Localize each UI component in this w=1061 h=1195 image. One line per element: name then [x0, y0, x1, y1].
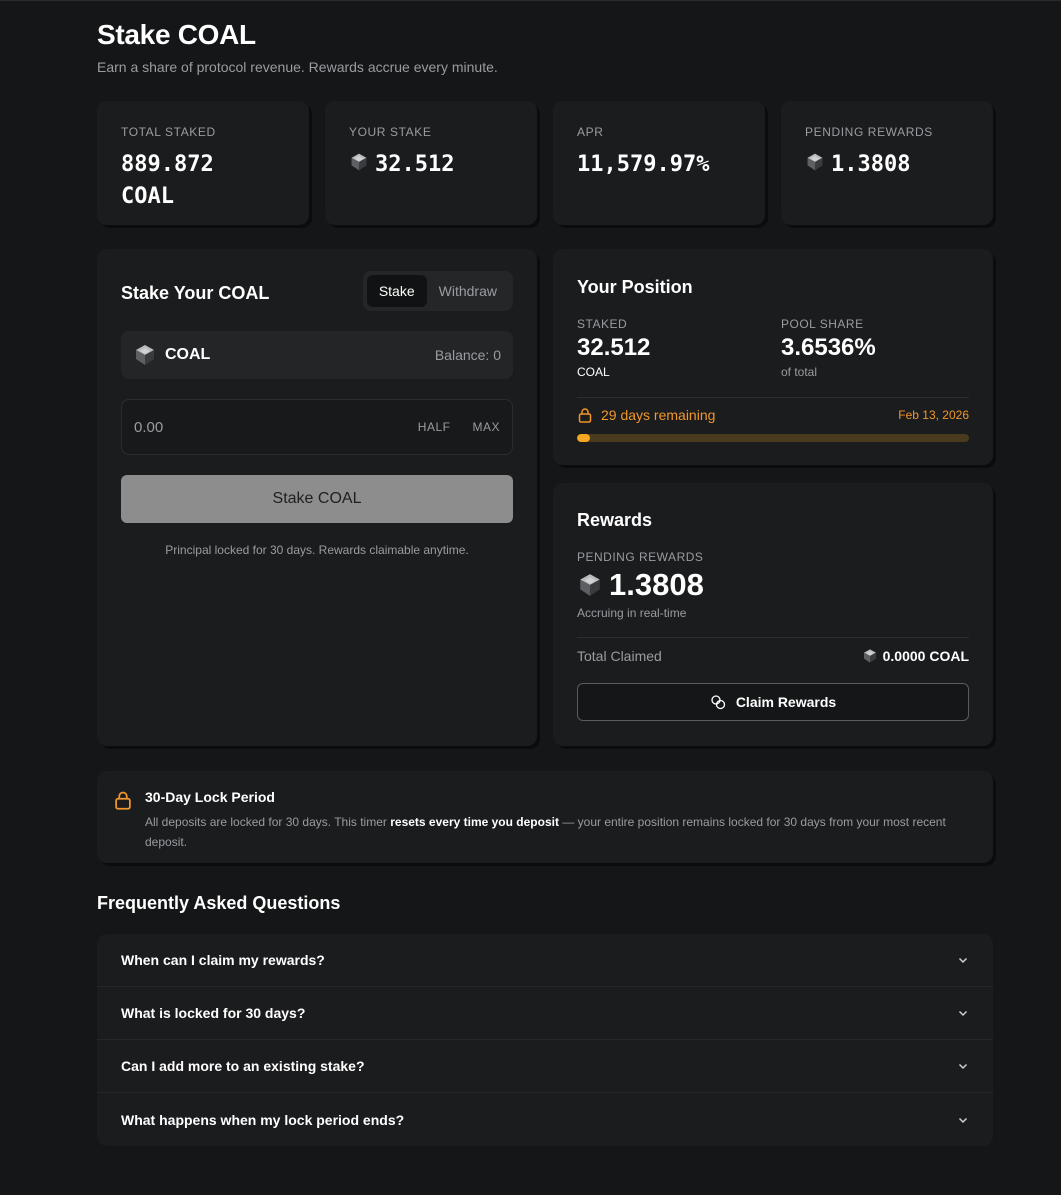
stat-value: 889.872 COAL — [121, 149, 285, 213]
pool-share-label: POOL SHARE — [781, 317, 864, 331]
chevron-down-icon — [958, 957, 968, 964]
pool-share-unit: of total — [781, 365, 818, 379]
tab-withdraw[interactable]: Withdraw — [427, 275, 509, 307]
lock-icon — [115, 791, 131, 810]
coal-icon — [862, 648, 878, 664]
faq-item[interactable]: When can I claim my rewards? — [97, 934, 993, 987]
coal-icon — [133, 343, 157, 367]
divider — [577, 637, 969, 638]
faq-title: Frequently Asked Questions — [97, 893, 341, 913]
position-title: Your Position — [577, 277, 693, 297]
max-button[interactable]: MAX — [472, 420, 500, 434]
pool-share-block: POOL SHARE 3.6536% of total — [781, 317, 876, 379]
stat-value-number: 889.872 — [121, 152, 214, 177]
stake-button[interactable]: Stake COAL — [121, 475, 513, 523]
staked-label: STAKED — [577, 317, 628, 331]
faq-question: When can I claim my rewards? — [121, 952, 325, 968]
faq-question: What is locked for 30 days? — [121, 1005, 306, 1021]
rewards-card: Rewards PENDING REWARDS 1.3808 Accruing … — [553, 483, 993, 746]
faq-question: Can I add more to an existing stake? — [121, 1058, 365, 1074]
stat-label: YOUR STAKE — [349, 125, 432, 139]
claim-rewards-label: Claim Rewards — [735, 694, 837, 710]
token-name: COAL — [165, 346, 211, 363]
stat-value: 1.3808 — [805, 149, 969, 181]
coal-icon — [805, 152, 825, 172]
lock-notice-text: All deposits are locked for 30 days. Thi… — [145, 812, 965, 852]
stat-label: TOTAL STAKED — [121, 125, 216, 139]
page-title: Stake COAL — [97, 19, 256, 50]
divider — [577, 397, 969, 398]
total-claimed-row: Total Claimed 0.0000 COAL — [577, 648, 969, 664]
stat-value-number: 1.3808 — [831, 152, 911, 177]
coins-icon — [711, 695, 725, 710]
pending-rewards-note: Accruing in real-time — [577, 606, 687, 620]
faq-item[interactable]: What happens when my lock period ends? — [97, 1093, 993, 1146]
stake-panel: Stake Your COAL Stake Withdraw COAL Bala… — [97, 249, 537, 746]
stake-panel-title: Stake Your COAL — [121, 283, 270, 303]
lock-status: 29 days remaining Feb 13, 2026 — [577, 407, 969, 423]
amount-input[interactable] — [134, 418, 374, 436]
half-button[interactable]: HALF — [418, 420, 451, 434]
lock-progress-bar — [577, 434, 969, 442]
total-claimed-value: 0.0000 COAL — [882, 648, 969, 664]
staked-value: 32.512 — [577, 334, 651, 361]
pending-rewards-value-row: 1.3808 — [577, 567, 704, 603]
chevron-down-icon — [958, 1063, 968, 1070]
staked-unit: COAL — [577, 365, 610, 379]
lock-progress-fill — [577, 434, 590, 442]
rewards-title: Rewards — [577, 510, 653, 530]
lock-end-date: Feb 13, 2026 — [898, 408, 969, 422]
faq-list: When can I claim my rewards? What is loc… — [97, 934, 993, 1146]
tab-stake[interactable]: Stake — [366, 275, 427, 307]
lock-remaining: 29 days remaining — [601, 407, 716, 423]
position-card: Your Position STAKED 32.512 COAL POOL SH… — [553, 249, 993, 465]
pool-share-value: 3.6536% — [781, 334, 876, 361]
stat-card-apr: APR 11,579.97% — [553, 101, 765, 225]
chevron-down-icon — [958, 1117, 968, 1123]
lock-notice-title: 30-Day Lock Period — [145, 789, 275, 805]
stat-value-unit: COAL — [121, 184, 174, 209]
stat-value: 32.512 — [349, 149, 513, 181]
stat-card-total-staked: TOTAL STAKED 889.872 COAL — [97, 101, 309, 225]
stake-note: Principal locked for 30 days. Rewards cl… — [165, 543, 469, 557]
faq-question: What happens when my lock period ends? — [121, 1111, 405, 1128]
token-selector[interactable]: COAL Balance: 0 — [121, 331, 513, 379]
faq-item[interactable]: Can I add more to an existing stake? — [97, 1040, 993, 1093]
total-claimed-label: Total Claimed — [577, 648, 662, 664]
token-balance: Balance: 0 — [434, 347, 501, 363]
coal-icon — [349, 152, 369, 172]
pending-rewards-value: 1.3808 — [609, 567, 704, 602]
lock-icon — [578, 408, 592, 423]
staked-block: STAKED 32.512 COAL — [577, 317, 650, 379]
lock-notice: 30-Day Lock Period All deposits are lock… — [97, 771, 993, 863]
stat-label: APR — [577, 125, 604, 139]
amount-field: HALF MAX — [121, 399, 513, 455]
chevron-down-icon — [958, 1010, 968, 1017]
stat-card-your-stake: YOUR STAKE 32.512 — [325, 101, 537, 225]
pending-rewards-label: PENDING REWARDS — [577, 550, 704, 564]
faq-item[interactable]: What is locked for 30 days? — [97, 987, 993, 1040]
stake-withdraw-toggle: Stake Withdraw — [362, 271, 513, 311]
coal-icon — [577, 572, 603, 598]
claim-rewards-button[interactable]: Claim Rewards — [577, 683, 969, 721]
stat-value-number: 32.512 — [375, 152, 455, 177]
total-claimed-value-wrap: 0.0000 COAL — [862, 648, 969, 664]
page-subtitle: Earn a share of protocol revenue. Reward… — [97, 59, 498, 75]
lock-notice-text-before: All deposits are locked for 30 days. Thi… — [145, 815, 391, 829]
stat-label: PENDING REWARDS — [805, 125, 933, 139]
lock-notice-text-bold: resets every time you deposit — [390, 815, 559, 829]
stat-value: 11,579.97% — [577, 152, 710, 177]
stat-card-pending-rewards: PENDING REWARDS 1.3808 — [781, 101, 993, 225]
